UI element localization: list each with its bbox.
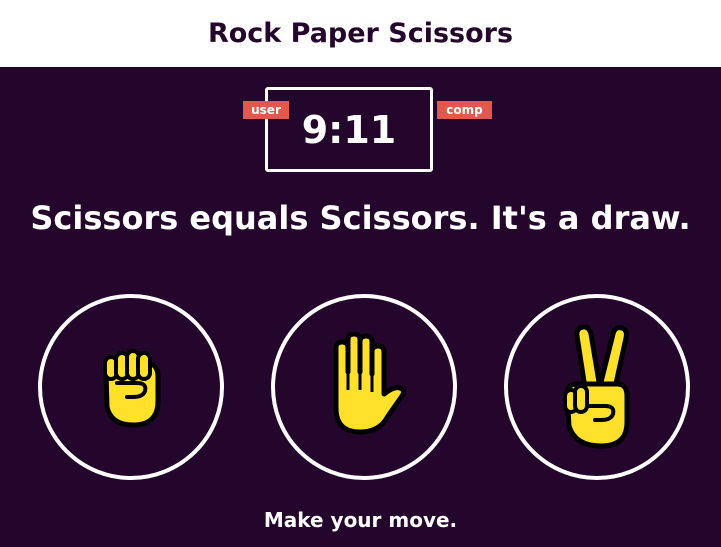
score-display: 9:11: [301, 107, 397, 152]
scissors-choice-button[interactable]: [504, 294, 690, 480]
comp-badge: comp: [437, 101, 492, 119]
move-prompt: Make your move.: [263, 508, 458, 532]
scoreboard: 9:11: [265, 87, 433, 172]
rock-choice-button[interactable]: [38, 294, 224, 480]
paper-choice-button[interactable]: [271, 294, 457, 480]
rock-fist-icon: [103, 349, 161, 428]
scissors-hand-icon: [563, 324, 630, 449]
result-message: Scissors equals Scissors. It's a draw.: [30, 199, 691, 237]
user-badge: user: [243, 101, 289, 119]
page-title: Rock Paper Scissors: [207, 18, 514, 49]
game-area: 9:11 user comp Scissors equals Scissors.…: [0, 67, 721, 547]
page-header: Rock Paper Scissors: [0, 0, 721, 67]
paper-hand-icon: [333, 332, 407, 435]
